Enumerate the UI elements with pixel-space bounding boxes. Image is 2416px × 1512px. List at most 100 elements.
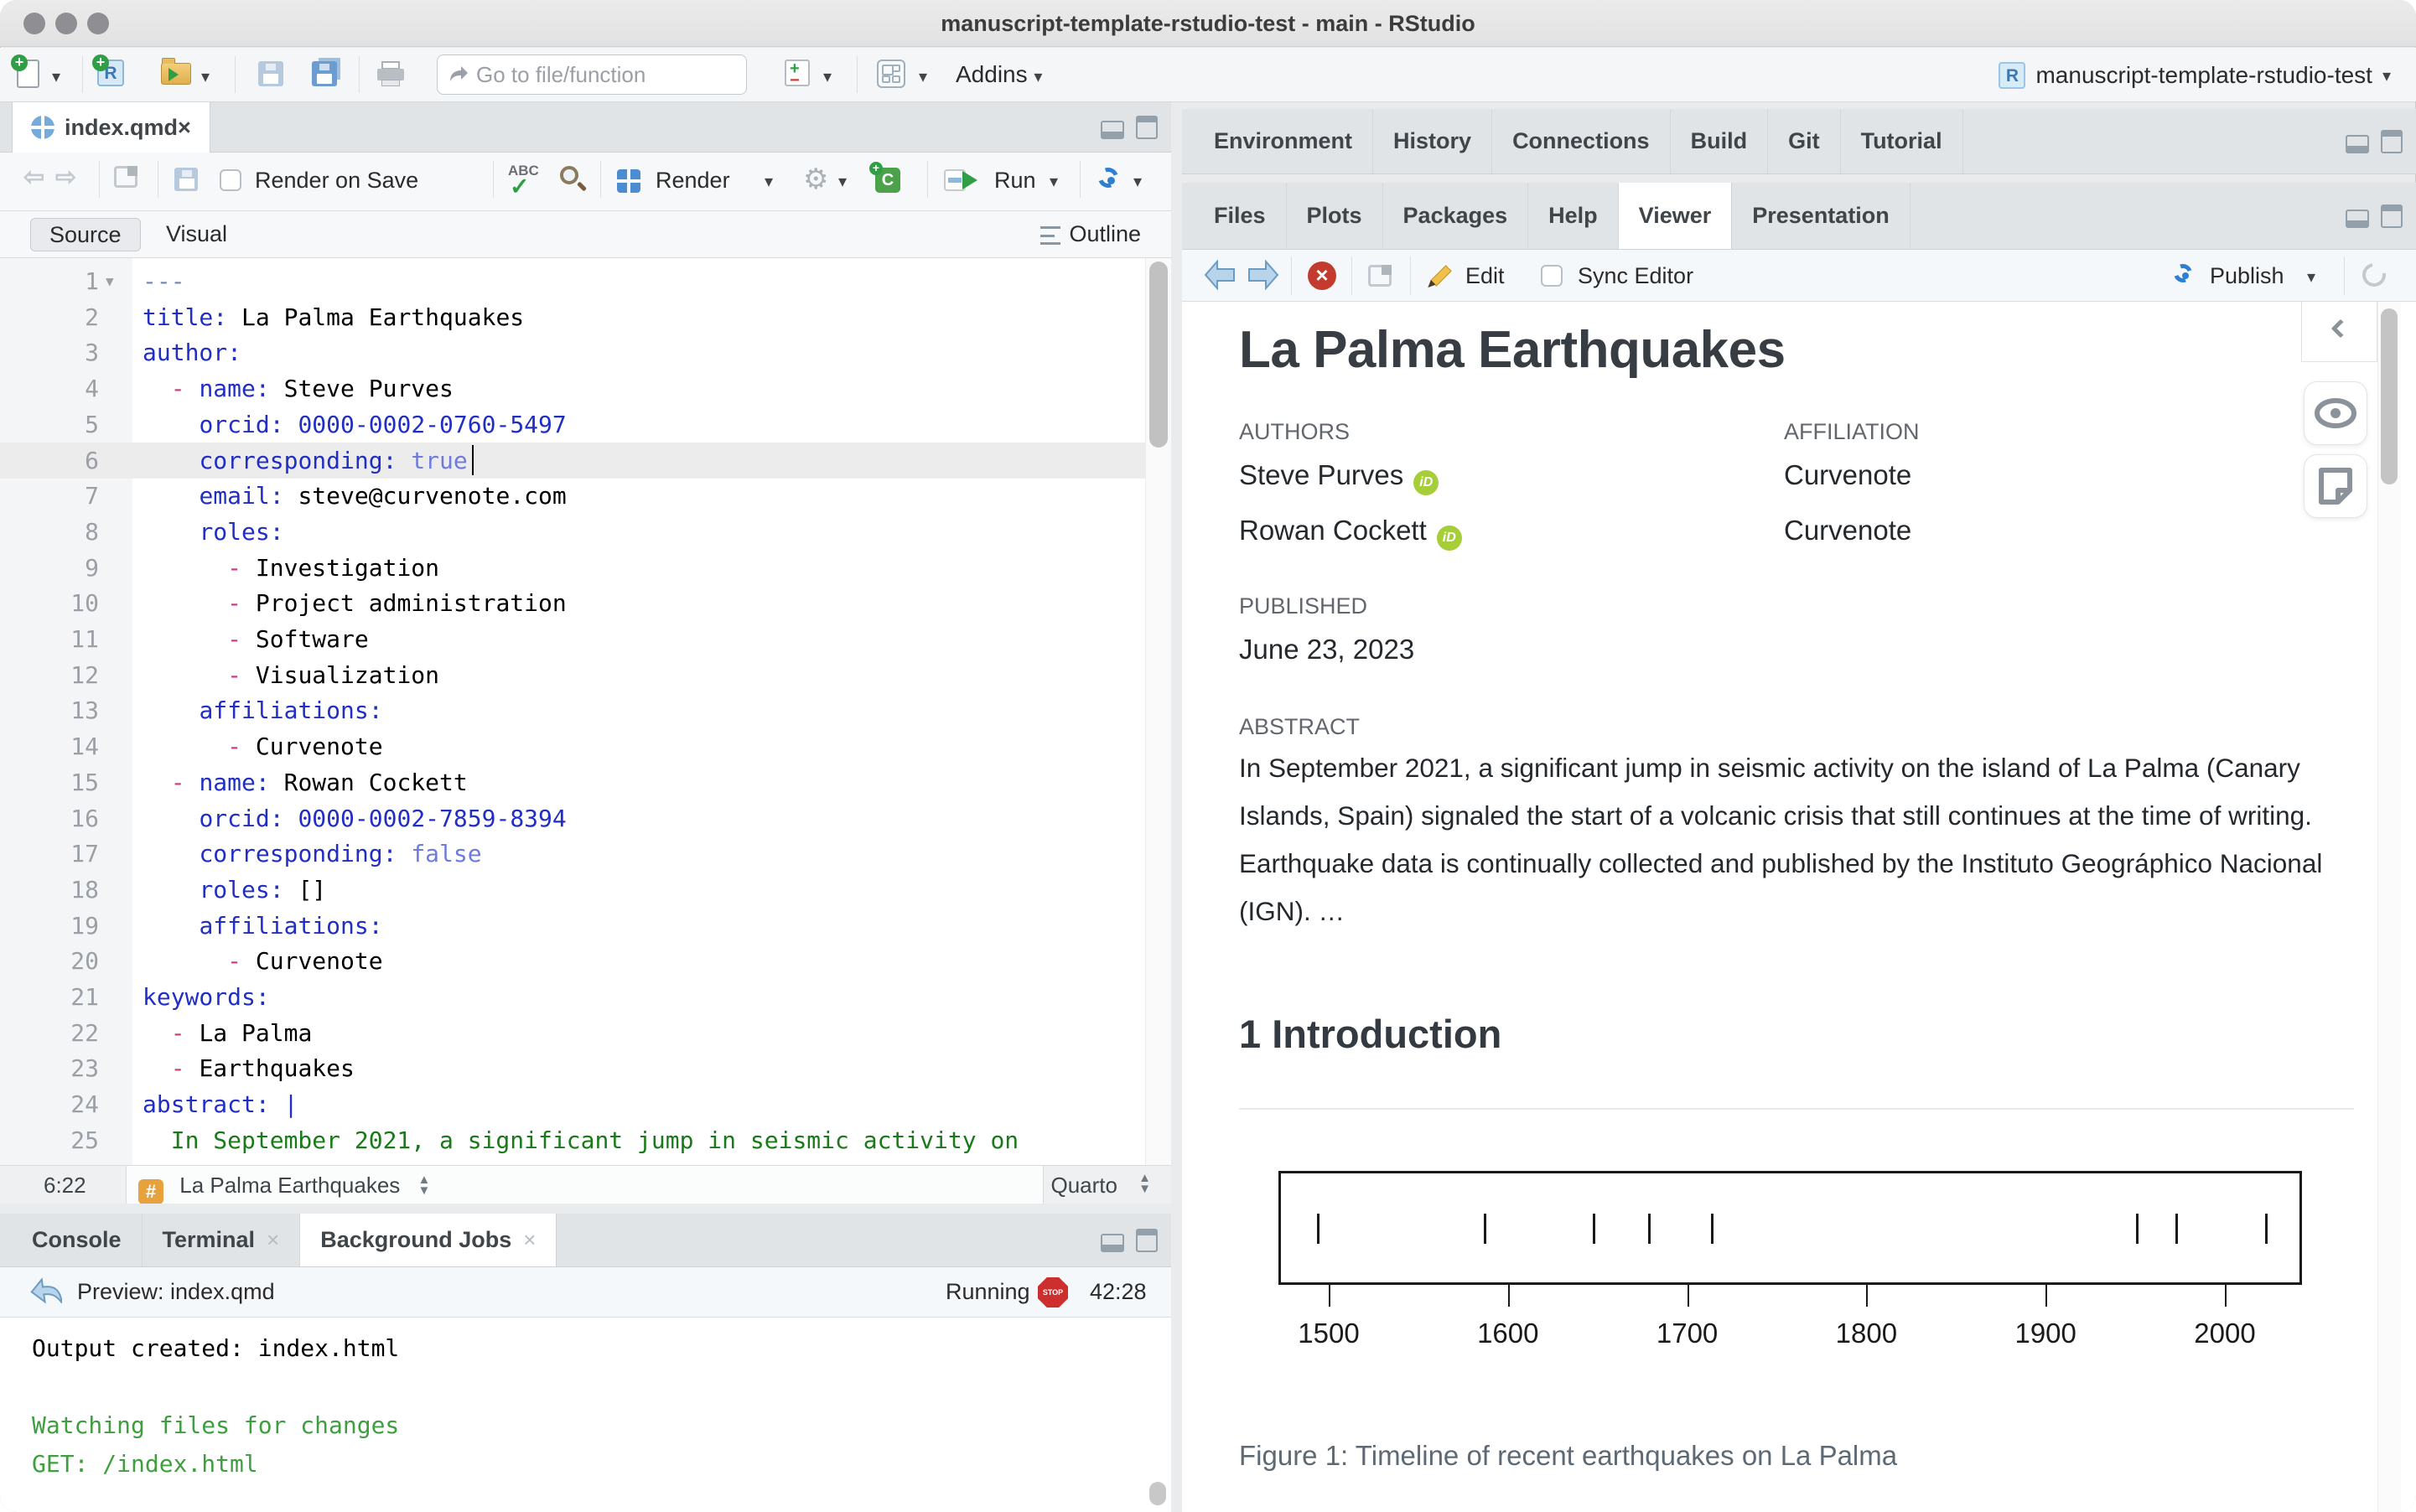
visibility-button[interactable]	[2304, 381, 2367, 445]
save-all-button[interactable]	[312, 61, 337, 86]
minimize-pane-icon[interactable]	[2346, 209, 2369, 228]
code-line[interactable]: 7 email: steve@curvenote.com	[0, 478, 1145, 514]
tab-build[interactable]: Build	[1671, 109, 1769, 173]
back-icon[interactable]: ⇦	[23, 163, 44, 192]
stop-job-icon[interactable]: STOP	[1038, 1276, 1068, 1307]
new-project-button[interactable]: R +	[92, 54, 124, 86]
viewer-scrollbar-thumb[interactable]	[2381, 308, 2398, 484]
viewer-clear-icon[interactable]: ×	[1308, 261, 1336, 290]
title-bar[interactable]: manuscript-template-rstudio-test - main …	[0, 0, 2416, 47]
new-file-dropdown[interactable]: ▾	[52, 66, 60, 87]
goto-file-input[interactable]: Go to file/function	[437, 54, 747, 95]
code-line[interactable]: 15 - name: Rowan Cockett	[0, 764, 1145, 800]
code-line[interactable]: 4 - name: Steve Purves	[0, 370, 1145, 406]
render-button[interactable]: Render	[656, 168, 730, 194]
code-line[interactable]: 9 - Investigation	[0, 550, 1145, 586]
addins-menu[interactable]: Addins ▾	[956, 61, 1042, 88]
publish-button[interactable]: Publish	[2210, 263, 2284, 289]
close-tab-icon[interactable]: ×	[267, 1227, 279, 1253]
render-dropdown[interactable]: ▾	[765, 171, 773, 192]
publish-icon[interactable]	[2170, 261, 2200, 294]
save-button[interactable]	[258, 61, 283, 86]
open-file-dropdown[interactable]: ▾	[201, 66, 210, 87]
gear-icon[interactable]: ⚙	[803, 165, 828, 194]
tab-presentation[interactable]: Presentation	[1732, 183, 1911, 249]
editor-scrollbar-thumb[interactable]	[1149, 261, 1168, 448]
edit-button[interactable]: Edit	[1465, 263, 1505, 289]
back-icon[interactable]	[30, 1277, 62, 1307]
code-line[interactable]: 10 - Project administration	[0, 585, 1145, 621]
viewer-content[interactable]: La Palma Earthquakes AUTHORS AFFILIATION…	[1182, 302, 2416, 1512]
tab-plots[interactable]: Plots	[1287, 183, 1383, 249]
code-line[interactable]: 20 - Curvenote	[0, 943, 1145, 979]
version-control-button[interactable]: + −	[785, 60, 810, 90]
pane-divider[interactable]	[1171, 102, 1182, 1512]
render-on-save-checkbox[interactable]	[220, 169, 241, 191]
tab-connections[interactable]: Connections	[1492, 109, 1671, 173]
code-line[interactable]: 25 In September 2021, a significant jump…	[0, 1122, 1145, 1158]
code-line[interactable]: 6 corresponding: true	[0, 443, 1145, 479]
insert-chunk-icon[interactable]: C +	[869, 162, 900, 193]
project-menu[interactable]: R manuscript-template-rstudio-test ▾	[1999, 56, 2391, 95]
tab-help[interactable]: Help	[1528, 183, 1619, 249]
run-icon[interactable]	[944, 168, 981, 194]
viewer-scrollbar[interactable]	[2377, 302, 2401, 1512]
code-line[interactable]: 24 abstract: |	[0, 1086, 1145, 1122]
maximize-pane-icon[interactable]	[2381, 129, 2403, 153]
find-replace-icon[interactable]	[557, 164, 588, 196]
edit-pencil-icon[interactable]	[1425, 260, 1457, 294]
save-source-button[interactable]	[174, 168, 198, 191]
fold-arrow-icon[interactable]: ▼	[106, 263, 114, 299]
tab-files[interactable]: Files	[1194, 183, 1287, 249]
code-editor[interactable]: 1 ▼ --- 2 title: La Palma Earthquakes 3 author…	[0, 258, 1171, 1165]
version-control-dropdown[interactable]: ▾	[823, 66, 832, 87]
viewer-refresh-icon[interactable]	[2357, 258, 2391, 292]
editor-scrollbar[interactable]	[1145, 258, 1171, 1165]
tab-git[interactable]: Git	[1768, 109, 1841, 173]
source-mode-button[interactable]: Source	[30, 218, 141, 251]
minimize-pane-icon[interactable]	[1101, 1233, 1124, 1252]
code-line[interactable]: 18 roles: []	[0, 872, 1145, 908]
maximize-pane-icon[interactable]	[1136, 1228, 1158, 1252]
visual-mode-button[interactable]: Visual	[148, 218, 246, 251]
run-dropdown[interactable]: ▾	[1050, 171, 1058, 192]
rerun-icon[interactable]	[1095, 164, 1125, 194]
code-line[interactable]: 16 orcid: 0000-0002-7859-8394	[0, 800, 1145, 836]
code-line[interactable]: 2 title: La Palma Earthquakes	[0, 299, 1145, 335]
maximize-pane-icon[interactable]	[1136, 115, 1158, 139]
code-line[interactable]: 3 author:	[0, 334, 1145, 370]
tab-background-jobs[interactable]: Background Jobs ×	[300, 1214, 557, 1266]
render-icon[interactable]	[617, 169, 640, 193]
workspace-panes-button[interactable]	[877, 60, 905, 88]
code-line[interactable]: 21 keywords:	[0, 979, 1145, 1015]
file-format[interactable]: Quarto	[1051, 1166, 1118, 1204]
publish-dropdown[interactable]: ▾	[2307, 267, 2315, 287]
tab-index-qmd[interactable]: index.qmd ×	[12, 102, 210, 153]
code-line[interactable]: 23 - Earthquakes	[0, 1050, 1145, 1086]
tab-viewer[interactable]: Viewer	[1618, 183, 1733, 249]
code-line[interactable]: 8 roles:	[0, 514, 1145, 550]
tab-terminal[interactable]: Terminal ×	[143, 1214, 301, 1266]
sync-editor-checkbox[interactable]	[1541, 265, 1563, 287]
orcid-icon[interactable]: iD	[1413, 470, 1439, 495]
maximize-pane-icon[interactable]	[2381, 204, 2403, 228]
spellcheck-icon[interactable]: ABC ✓	[508, 163, 547, 199]
notes-button[interactable]	[2304, 454, 2367, 518]
minimize-pane-icon[interactable]	[1101, 120, 1124, 139]
print-button[interactable]	[377, 61, 404, 86]
code-line[interactable]: 14 - Curvenote	[0, 728, 1145, 764]
tab-environment[interactable]: Environment	[1194, 109, 1374, 173]
open-file-button[interactable]	[161, 58, 191, 85]
minimize-pane-icon[interactable]	[2346, 134, 2369, 153]
tab-history[interactable]: History	[1373, 109, 1493, 173]
cursor-position[interactable]: 6:22	[44, 1166, 86, 1204]
gear-dropdown[interactable]: ▾	[838, 171, 847, 192]
close-tab-icon[interactable]: ×	[523, 1227, 536, 1253]
console-scrollbar-thumb[interactable]	[1149, 1482, 1166, 1505]
code-line[interactable]: 5 orcid: 0000-0002-0760-5497	[0, 406, 1145, 443]
viewer-back-icon[interactable]	[1204, 260, 1236, 290]
rerun-dropdown[interactable]: ▾	[1133, 171, 1142, 192]
symbol-navigator[interactable]: # La Palma Earthquakes ▲ ▼	[126, 1166, 1044, 1204]
new-file-button[interactable]: +	[11, 54, 39, 88]
tab-packages[interactable]: Packages	[1383, 183, 1529, 249]
